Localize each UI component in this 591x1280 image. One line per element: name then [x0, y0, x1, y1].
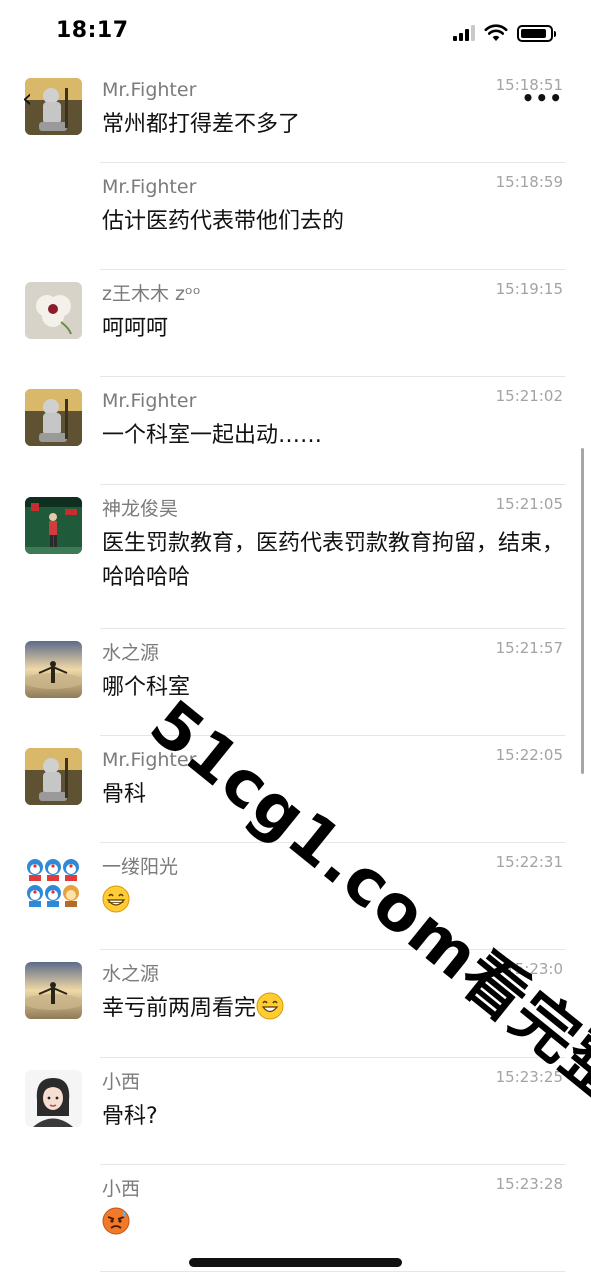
- spacesuit-avatar[interactable]: [25, 78, 82, 135]
- message-time: 15:21:05: [495, 495, 563, 513]
- message-text: 估计医药代表带他们去的: [102, 205, 565, 239]
- message-text-content: 骨科: [102, 782, 147, 807]
- message-body: Mr.Fighter 15:21:02 一个科室一起出动……: [100, 377, 565, 485]
- avatar-column: [0, 270, 100, 377]
- message-item[interactable]: Mr.Fighter 15:21:02 一个科室一起出动……: [0, 377, 591, 485]
- message-text: 常州都打得差不多了: [102, 108, 565, 142]
- message-list[interactable]: Mr.Fighter 15:18:51 常州都打得差不多了 Mr.Fighter 15:…: [0, 66, 591, 1272]
- avatar-column: [0, 950, 100, 1058]
- message-item[interactable]: Mr.Fighter 15:18:59 估计医药代表带他们去的: [0, 163, 591, 270]
- back-chevron-icon[interactable]: ‹: [22, 84, 32, 114]
- home-indicator[interactable]: [189, 1258, 402, 1267]
- message-text: [102, 1207, 565, 1241]
- status-time: 18:17: [56, 18, 129, 43]
- avatar-column: [0, 736, 100, 843]
- message-body: Mr.Fighter 15:18:59 估计医药代表带他们去的: [100, 163, 565, 270]
- message-body: 神龙俊昊 15:21:05 医生罚款教育，医药代表罚款教育拘留，结束，哈哈哈哈: [100, 485, 565, 629]
- message-time: 15:22:05: [495, 746, 563, 764]
- message-time: 15:21:57: [495, 639, 563, 657]
- message-text-content: 医生罚款教育，医药代表罚款教育拘留，结束，哈哈哈哈: [102, 531, 565, 590]
- doraemon-avatar[interactable]: [25, 855, 82, 912]
- message-text-content: 常州都打得差不多了: [102, 112, 301, 137]
- battery-icon: [517, 24, 556, 42]
- message-text-content: 呵呵呵: [102, 316, 169, 341]
- message-time: 15:21:02: [495, 387, 563, 405]
- message-time: 15:22:31: [495, 853, 563, 871]
- tennis-avatar[interactable]: [25, 497, 82, 554]
- message-text: 一个科室一起出动……: [102, 419, 565, 453]
- sunset-avatar[interactable]: [25, 641, 82, 698]
- status-bar: 18:17: [0, 0, 591, 66]
- message-text-content: 幸亏前两周看完: [102, 996, 257, 1021]
- avatar-column: [0, 843, 100, 950]
- avatar-column: [0, 66, 100, 163]
- scrollbar[interactable]: [581, 448, 584, 774]
- message-item[interactable]: 水之源 15:21:57 哪个科室: [0, 629, 591, 736]
- message-item[interactable]: 小西 15:23:28: [0, 1165, 591, 1272]
- sunset-avatar[interactable]: [25, 962, 82, 1019]
- avatar-column: [0, 163, 100, 270]
- cellular-signal-icon: [453, 25, 475, 41]
- message-item[interactable]: Mr.Fighter 15:18:51 常州都打得差不多了: [0, 66, 591, 163]
- message-body: 小西 15:23:28: [100, 1165, 565, 1272]
- message-text-content: 估计医药代表带他们去的: [102, 209, 345, 234]
- wifi-icon: [484, 24, 508, 41]
- avatar-column: [0, 1165, 100, 1272]
- message-text: 骨科?: [102, 1100, 565, 1134]
- avatar-column: [0, 1058, 100, 1165]
- angry-sweat-emoji-icon: [102, 1207, 130, 1235]
- message-text: 呵呵呵: [102, 312, 565, 346]
- more-options-icon[interactable]: •••: [522, 86, 563, 110]
- message-text: 医生罚款教育，医药代表罚款教育拘留，结束，哈哈哈哈: [102, 527, 565, 595]
- message-item[interactable]: 小西 15:23:25 骨科?: [0, 1058, 591, 1165]
- status-icons: [453, 24, 556, 42]
- battery-level: [521, 28, 547, 38]
- flower-avatar[interactable]: [25, 282, 82, 339]
- avatar-column: [0, 377, 100, 485]
- smile-emoji-icon: [256, 992, 284, 1020]
- message-text-content: 骨科?: [102, 1104, 158, 1129]
- girl-avatar[interactable]: [25, 1070, 82, 1127]
- message-body: z王木木 zᵒᵒ 15:19:15 呵呵呵: [100, 270, 565, 377]
- avatar-column: [0, 485, 100, 629]
- grin-emoji-icon: [102, 885, 130, 913]
- message-text-content: 一个科室一起出动……: [102, 423, 323, 448]
- spacesuit-avatar[interactable]: [25, 748, 82, 805]
- message-body: 小西 15:23:25 骨科?: [100, 1058, 565, 1165]
- message-time: 15:18:59: [495, 173, 563, 191]
- message-body: Mr.Fighter 15:18:51 常州都打得差不多了: [100, 66, 565, 163]
- message-item[interactable]: z王木木 zᵒᵒ 15:19:15 呵呵呵: [0, 270, 591, 377]
- avatar-column: [0, 629, 100, 736]
- spacesuit-avatar[interactable]: [25, 389, 82, 446]
- message-time: 15:19:15: [495, 280, 563, 298]
- message-item[interactable]: 神龙俊昊 15:21:05 医生罚款教育，医药代表罚款教育拘留，结束，哈哈哈哈: [0, 485, 591, 629]
- message-time: 15:23:28: [495, 1175, 563, 1193]
